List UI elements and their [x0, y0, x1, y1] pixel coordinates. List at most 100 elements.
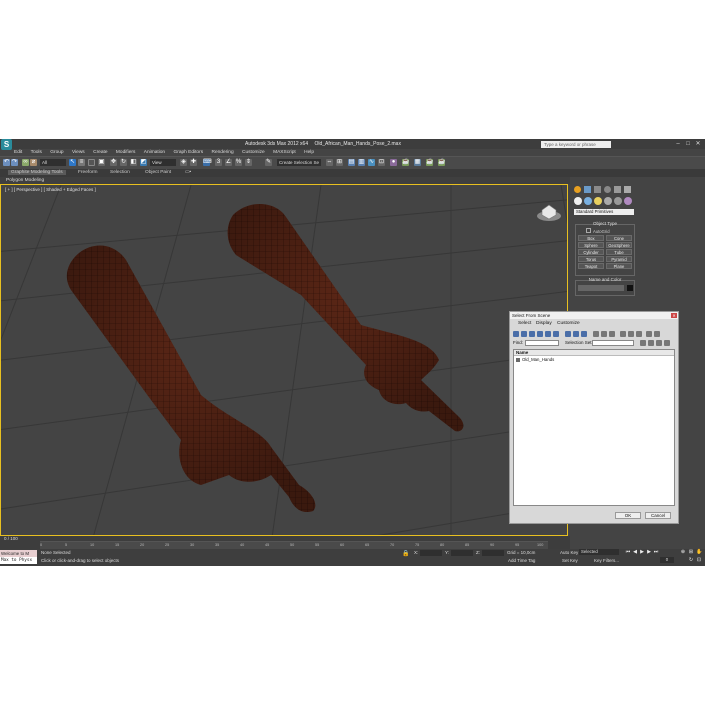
menu-create[interactable]: Create: [93, 150, 107, 155]
configure-columns-icon[interactable]: [656, 340, 662, 346]
menu-rendering[interactable]: Rendering: [212, 150, 234, 155]
maxscript-listener-label[interactable]: Welcome to M: [0, 550, 37, 557]
cameras-icon[interactable]: [604, 197, 612, 205]
spinner-snap-icon[interactable]: ⇕: [245, 159, 252, 166]
menu-modifiers[interactable]: Modifiers: [116, 150, 135, 155]
dialog-menu-select[interactable]: Select: [518, 321, 531, 326]
maximize-viewport-icon[interactable]: ⊡: [696, 557, 702, 563]
selection-set-dropdown[interactable]: [592, 340, 634, 346]
maxscript-mini-listener[interactable]: Max to Physx: [0, 557, 37, 564]
box-button[interactable]: Box: [578, 235, 604, 241]
menu-tools[interactable]: Tools: [31, 150, 42, 155]
filter-geometry-icon[interactable]: [513, 331, 519, 337]
app-logo-icon[interactable]: S: [1, 139, 12, 150]
tab-freeform[interactable]: Freeform: [78, 170, 97, 175]
filter-xrefs-icon[interactable]: [573, 331, 579, 337]
select-object-icon[interactable]: ↖: [69, 159, 76, 166]
align-icon[interactable]: ⊞: [336, 159, 343, 166]
select-manipulate-icon[interactable]: ✚: [190, 159, 197, 166]
filter-shapes-icon[interactable]: [521, 331, 527, 337]
find-case-icon[interactable]: [664, 340, 670, 346]
tab-selection[interactable]: Selection: [110, 170, 130, 175]
name-color-title[interactable]: Name and Color: [576, 277, 634, 282]
lock-icon[interactable]: 🔒: [402, 550, 409, 557]
auto-key-mode-dropdown[interactable]: Selected: [579, 549, 619, 555]
add-time-tag-button[interactable]: Add Time Tag: [508, 558, 535, 563]
menu-group[interactable]: Group: [50, 150, 63, 155]
go-to-end-icon[interactable]: ⏭: [653, 549, 659, 555]
lights-icon[interactable]: [594, 197, 602, 205]
edit-named-selection-icon[interactable]: ✎: [265, 159, 272, 166]
perspective-viewport[interactable]: [ + ] [ Perspective ] [ Shaded + Edged F…: [0, 184, 568, 536]
menu-edit[interactable]: Edit: [14, 150, 22, 155]
polygon-modeling-label[interactable]: Polygon Modeling: [6, 178, 44, 183]
maximize-icon[interactable]: □: [683, 140, 693, 148]
tab-graphite-modeling-tools[interactable]: Graphite Modeling Tools: [8, 170, 66, 175]
helpers-icon[interactable]: [614, 197, 622, 205]
geometry-icon[interactable]: [574, 197, 582, 205]
create-tab-icon[interactable]: [574, 186, 581, 193]
viewport-label[interactable]: [ + ] [ Perspective ] [ Shaded + Edged F…: [5, 187, 96, 192]
utilities-tab-icon[interactable]: [624, 186, 631, 193]
dialog-menu-display[interactable]: Display: [536, 321, 552, 326]
z-coordinate-field[interactable]: [482, 550, 504, 556]
curve-editor-icon[interactable]: ∿: [368, 159, 375, 166]
cylinder-button[interactable]: Cylinder: [578, 249, 604, 255]
rendered-frame-icon[interactable]: ▦: [414, 159, 421, 166]
list-item[interactable]: Old_Man_Hands: [516, 357, 554, 362]
keyboard-shortcut-icon[interactable]: ⌨: [203, 159, 212, 166]
rotate-icon[interactable]: ↻: [120, 159, 127, 166]
current-frame-field[interactable]: 0: [660, 557, 674, 563]
zoom-icon[interactable]: ⊕: [680, 549, 686, 555]
geosphere-button[interactable]: GeoSphere: [606, 242, 632, 248]
sphere-button[interactable]: Sphere: [578, 242, 604, 248]
display-tab-icon[interactable]: [614, 186, 621, 193]
graphite-toggle-icon[interactable]: ▥: [358, 159, 365, 166]
render-production-icon[interactable]: ☕: [426, 159, 433, 166]
dialog-menu-customize[interactable]: Customize: [557, 321, 580, 326]
object-type-title[interactable]: Object Type: [576, 221, 634, 226]
dialog-close-icon[interactable]: ✕: [671, 313, 677, 318]
select-invert-icon[interactable]: [636, 331, 642, 337]
time-slider[interactable]: 0 / 100 0 5 10 15 20 25 30 35 40 45 50 5…: [0, 536, 570, 549]
select-all-icon[interactable]: [620, 331, 626, 337]
teapot-button[interactable]: Teapot: [578, 263, 604, 269]
menu-help[interactable]: Help: [304, 150, 314, 155]
select-none-icon[interactable]: [628, 331, 634, 337]
track-bar[interactable]: 0 5 10 15 20 25 30 35 40 45 50 55 60 65 …: [40, 541, 548, 549]
find-input[interactable]: [525, 340, 559, 346]
angle-snap-icon[interactable]: ∠: [225, 159, 232, 166]
menu-animation[interactable]: Animation: [144, 150, 165, 155]
snaps-toggle-icon[interactable]: 3: [215, 159, 222, 166]
sync-selection-icon[interactable]: [646, 331, 652, 337]
percent-snap-icon[interactable]: %: [235, 159, 242, 166]
menu-customize[interactable]: Customize: [242, 150, 265, 155]
go-to-start-icon[interactable]: ⏮: [625, 549, 631, 555]
key-filters-button[interactable]: Key Filters...: [594, 558, 619, 563]
filter-lights-icon[interactable]: [529, 331, 535, 337]
minimize-icon[interactable]: –: [673, 140, 683, 148]
space-warps-icon[interactable]: [624, 197, 632, 205]
select-by-name-icon[interactable]: ≡: [78, 159, 85, 166]
menu-maxscript[interactable]: MAXScript: [273, 150, 296, 155]
display-none-icon[interactable]: [601, 331, 607, 337]
play-icon[interactable]: ▶: [639, 549, 645, 555]
select-and-place-icon[interactable]: ◩: [140, 159, 147, 166]
filter-toggle-icon[interactable]: [640, 340, 646, 346]
next-frame-icon[interactable]: ▶: [646, 549, 652, 555]
torus-button[interactable]: Torus: [578, 256, 604, 262]
link-icon[interactable]: ∞: [22, 159, 29, 166]
name-column-header[interactable]: Name: [514, 350, 674, 356]
dialog-title-bar[interactable]: Select From Scene ✕: [510, 312, 678, 319]
render-iterative-icon[interactable]: ☕: [438, 159, 445, 166]
object-name-field[interactable]: [578, 285, 624, 291]
reference-coordinate-dropdown[interactable]: View: [150, 159, 176, 166]
filter-space-warps-icon[interactable]: [553, 331, 559, 337]
named-selection-dropdown[interactable]: Create Selection Se: [277, 159, 321, 166]
ok-button[interactable]: OK: [615, 512, 641, 519]
zoom-all-icon[interactable]: ⊞: [688, 549, 694, 555]
tube-button[interactable]: Tube: [606, 249, 632, 255]
scale-icon[interactable]: ◧: [130, 159, 137, 166]
rectangle-selection-icon[interactable]: [88, 159, 95, 166]
modify-tab-icon[interactable]: [584, 186, 591, 193]
